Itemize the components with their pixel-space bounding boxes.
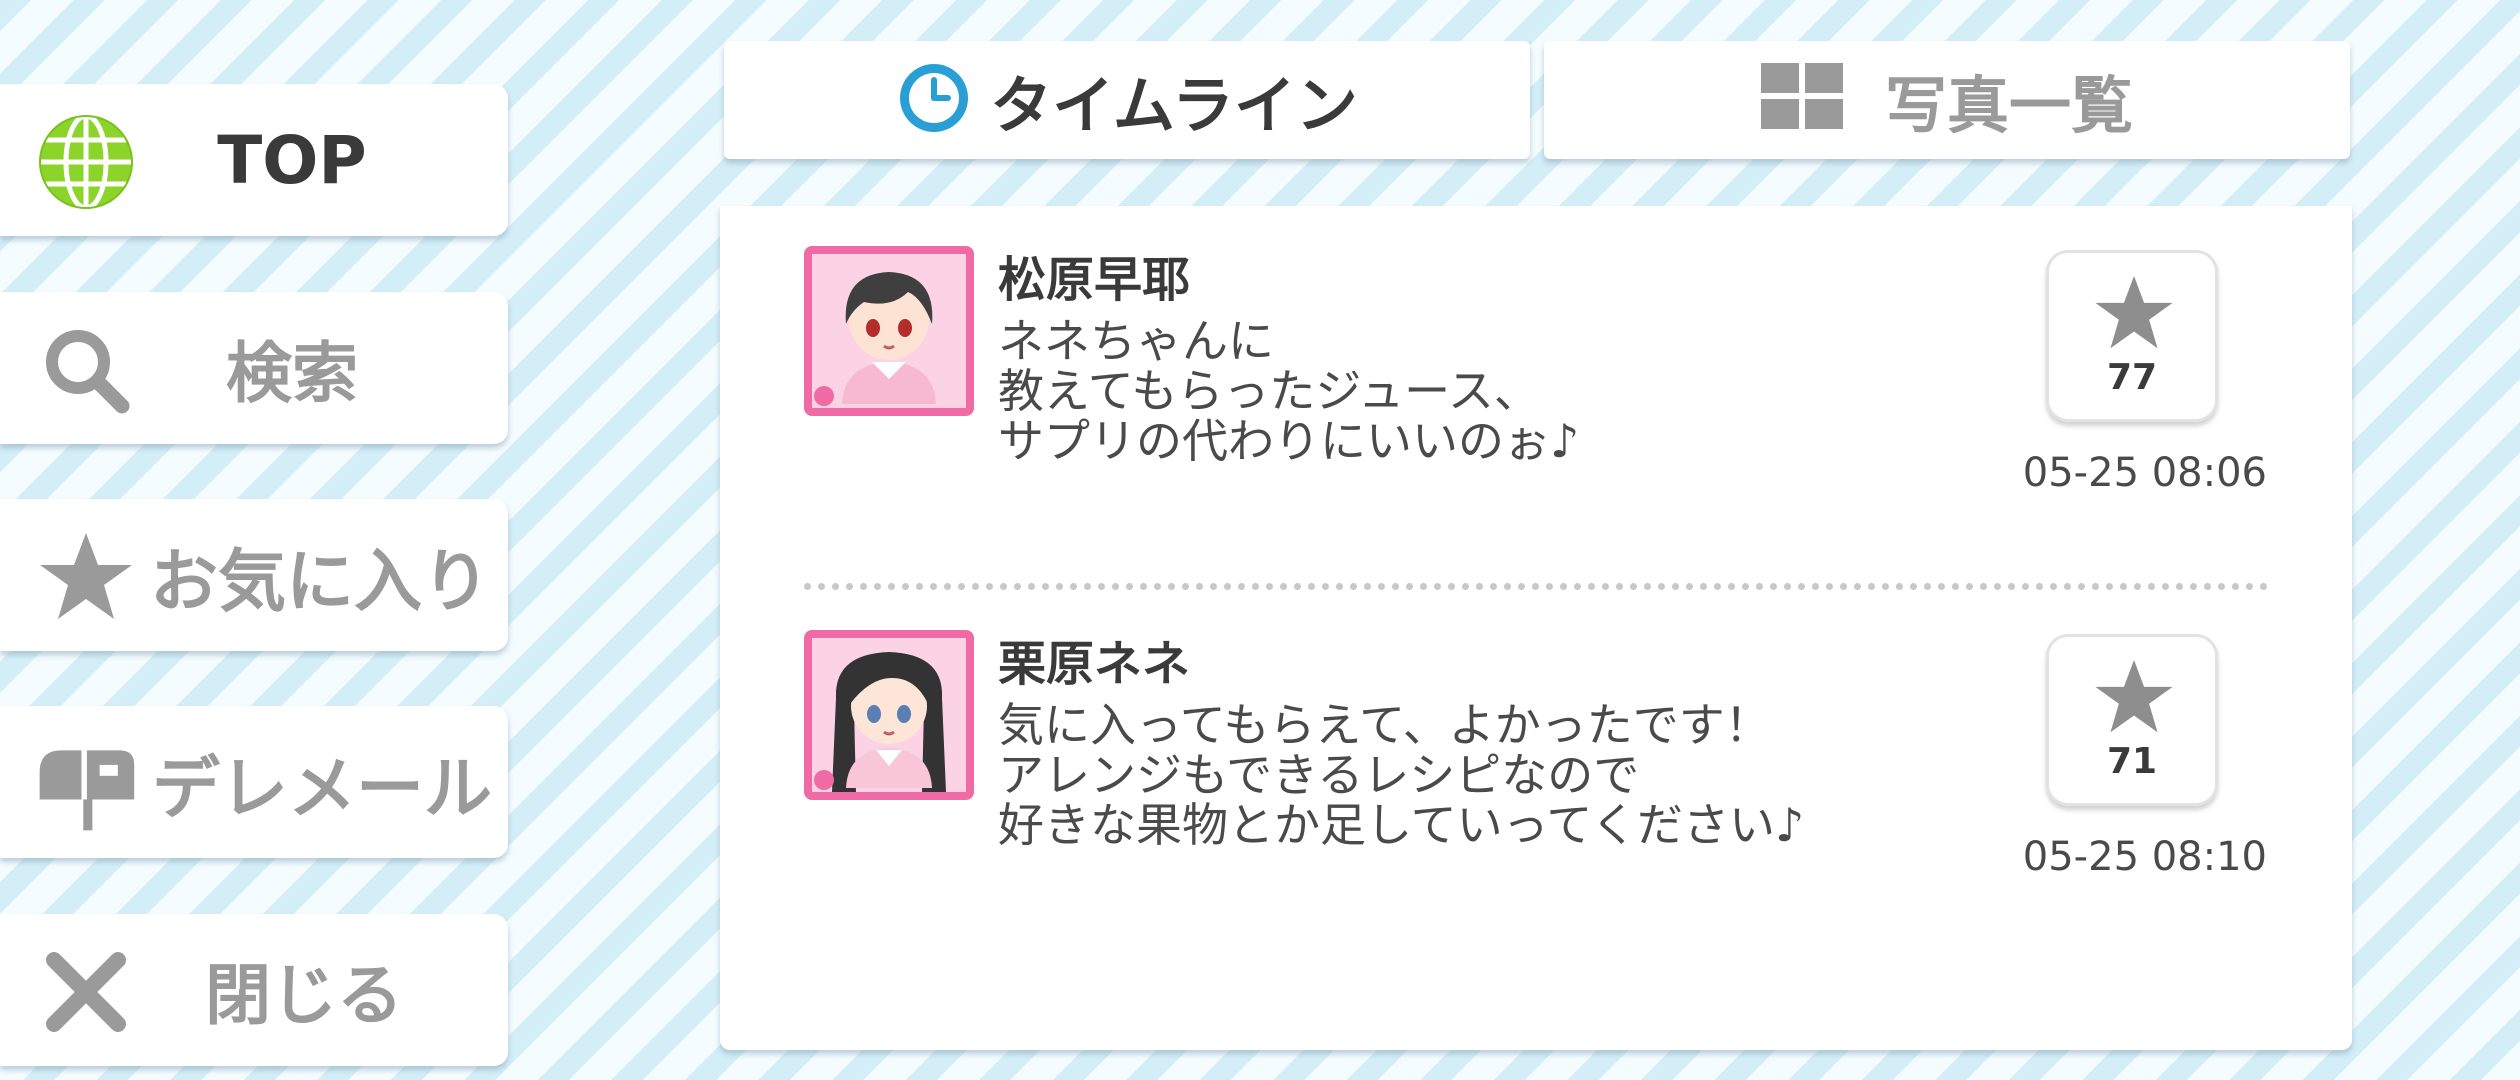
sidebar-item-label: 検索 bbox=[226, 335, 358, 412]
sidebar-item-label: 閉じる bbox=[205, 957, 403, 1034]
like-button[interactable]: 71 bbox=[2046, 634, 2218, 806]
tab-label: タイムライン bbox=[990, 69, 1358, 142]
post-author: 栗原ネネ bbox=[998, 636, 1191, 692]
like-count: 71 bbox=[2106, 741, 2158, 782]
timeline-post: 栗原ネネ 気に入ってもらえて、よかったです！ アレンジもできるレシピなので 好き… bbox=[720, 590, 2352, 950]
character-avatar-icon[interactable] bbox=[804, 246, 974, 416]
timeline-panel[interactable]: 松原早耶 ネネちゃんに 教えてもらったジュース、 サプリの代わりにいいのぉ♪ 7… bbox=[720, 206, 2352, 1050]
post-message: 気に入ってもらえて、よかったです！ アレンジもできるレシピなので 好きな果物とか… bbox=[998, 698, 1805, 852]
character-avatar-icon[interactable] bbox=[804, 630, 974, 800]
sidebar-item-top[interactable]: TOP bbox=[0, 84, 508, 236]
sidebar-item-mail[interactable]: デレメール bbox=[0, 706, 508, 858]
sidebar-item-label: デレメール bbox=[152, 749, 493, 829]
sidebar-item-close[interactable]: 閉じる bbox=[0, 914, 508, 1066]
tab-photo-list[interactable]: 写真一覧 bbox=[1544, 41, 2350, 159]
sidebar-item-favorites[interactable]: お気に入り bbox=[0, 499, 508, 651]
post-author: 松原早耶 bbox=[998, 252, 1191, 308]
post-message: ネネちゃんに 教えてもらったジュース、 サプリの代わりにいいのぉ♪ bbox=[998, 314, 1580, 468]
star-icon bbox=[2095, 276, 2173, 349]
tab-timeline[interactable]: タイムライン bbox=[724, 41, 1530, 159]
post-divider bbox=[804, 583, 2268, 590]
post-timestamp: 05-25 08:10 bbox=[2022, 834, 2267, 880]
like-button[interactable]: 77 bbox=[2046, 250, 2218, 422]
clock-icon bbox=[896, 60, 972, 140]
sidebar-item-label: お気に入り bbox=[150, 542, 491, 622]
sidebar-item-label: TOP bbox=[217, 121, 367, 199]
post-timestamp: 05-25 08:06 bbox=[2022, 450, 2267, 496]
sidebar-item-search[interactable]: 検索 bbox=[0, 292, 508, 444]
grid-icon bbox=[1760, 63, 1845, 137]
tab-label: 写真一覧 bbox=[1884, 69, 2133, 142]
like-count: 77 bbox=[2106, 357, 2158, 398]
star-icon bbox=[2095, 660, 2173, 733]
timeline-post: 松原早耶 ネネちゃんに 教えてもらったジュース、 サプリの代わりにいいのぉ♪ 7… bbox=[720, 206, 2352, 566]
